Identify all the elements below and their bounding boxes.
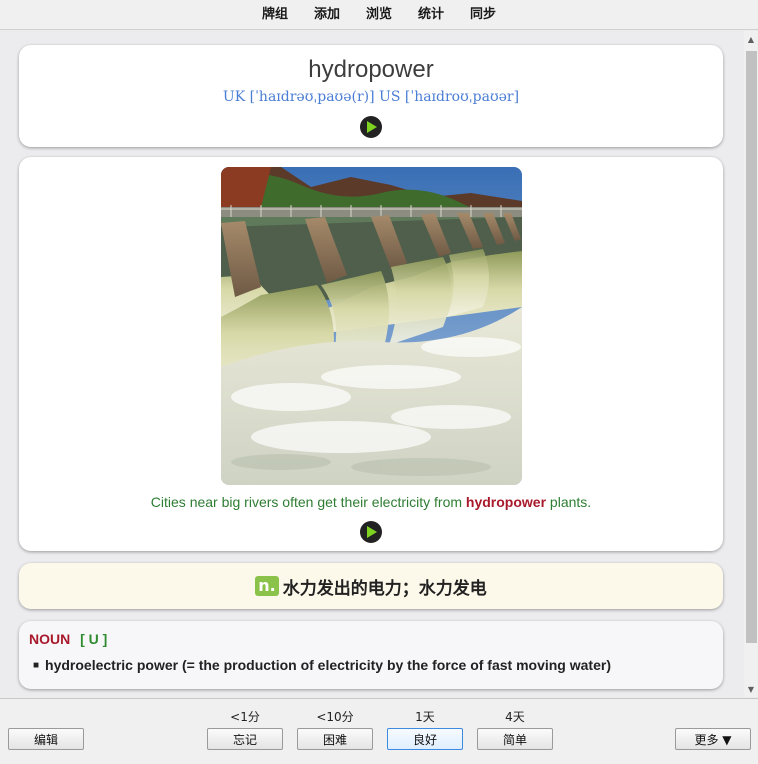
menu-item-stats[interactable]: 统计	[405, 0, 457, 30]
menu-item-decks[interactable]: 牌组	[249, 0, 301, 30]
example-sentence: Cities near big rivers often get their e…	[19, 494, 723, 510]
definition-text: hydroelectric power (= the production of…	[45, 657, 611, 673]
play-pronunciation-icon[interactable]	[360, 116, 382, 138]
scroll-up-arrow-icon[interactable]: ▲	[744, 31, 758, 47]
dam-photo	[221, 167, 522, 485]
menu-item-sync[interactable]: 同步	[457, 0, 509, 30]
scrollbar-thumb[interactable]	[746, 51, 757, 643]
part-of-speech-badge: n.	[255, 576, 279, 596]
countability-label: [ U ]	[80, 631, 108, 647]
menu-item-add[interactable]: 添加	[301, 0, 353, 30]
chinese-meaning: 水力发出的电力；水力发电	[282, 578, 487, 599]
definition-card: NOUN [ U ] ■ hydroelectric power (= the p…	[19, 621, 723, 689]
interval-again: <1分	[230, 710, 260, 724]
definition-pos: NOUN	[29, 631, 71, 647]
answer-bar: 编辑 <1分 <10分 1天 4天 忘记 困难 良好 简单 更多 ▼	[0, 698, 758, 764]
example-before: Cities near big rivers often get their e…	[150, 494, 466, 510]
image-card: Cities near big rivers often get their e…	[19, 157, 723, 551]
easy-button[interactable]: 简单	[477, 728, 553, 750]
interval-hard: <10分	[316, 710, 354, 724]
menu-item-browse[interactable]: 浏览	[353, 0, 405, 30]
scroll-down-arrow-icon[interactable]: ▼	[744, 681, 758, 697]
word-card: hydropower UK [ˈhaɪdrəʊˌpaʊə(r)] US [ˈha…	[19, 45, 723, 147]
phonetic-transcription: UK [ˈhaɪdrəʊˌpaʊə(r)] US [ˈhaɪdroʊˌpaʊər…	[222, 89, 520, 105]
vertical-scrollbar[interactable]: ▲ ▼	[744, 31, 758, 697]
example-highlight: hydropower	[465, 494, 547, 510]
play-example-icon[interactable]	[360, 521, 382, 543]
definition-text-row: ■ hydroelectric power (= the production o…	[33, 657, 611, 673]
edit-button[interactable]: 编辑	[8, 728, 84, 750]
example-after: plants.	[546, 494, 592, 510]
interval-easy: 4天	[505, 710, 525, 724]
interval-good: 1天	[415, 710, 435, 724]
hard-button[interactable]: 困难	[297, 728, 373, 750]
bullet-icon: ■	[33, 660, 40, 671]
meaning-card: n. 水力发出的电力；水力发电	[19, 563, 723, 609]
top-menu-bar: 牌组 添加 浏览 统计 同步	[0, 0, 758, 30]
more-button[interactable]: 更多 ▼	[675, 728, 751, 750]
good-button[interactable]: 良好	[387, 728, 463, 750]
definition-header: NOUN [ U ]	[29, 631, 107, 647]
again-button[interactable]: 忘记	[207, 728, 283, 750]
card-content-area: hydropower UK [ˈhaɪdrəʊˌpaʊə(r)] US [ˈha…	[0, 31, 744, 697]
headword: hydropower	[308, 56, 434, 83]
